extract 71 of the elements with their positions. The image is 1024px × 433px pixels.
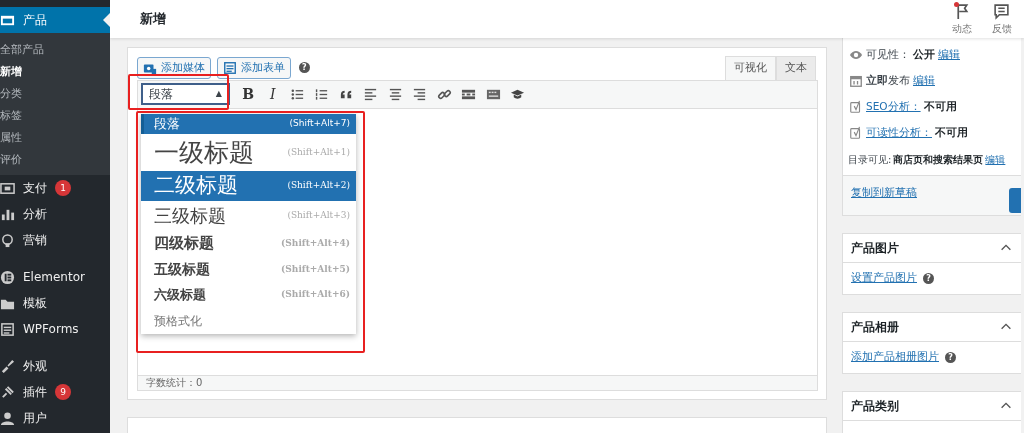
sidebar-item[interactable]: 支付 1 bbox=[0, 175, 110, 201]
numbered-list-icon[interactable] bbox=[314, 86, 330, 102]
submenu-item[interactable]: 全部产品 bbox=[0, 39, 110, 61]
field-label: 目录可见: bbox=[848, 152, 892, 167]
menu-item[interactable]: 六级标题 (Shift+Alt+6) bbox=[141, 282, 356, 308]
sidebar-item[interactable]: 产品 bbox=[0, 7, 110, 33]
yoast-icon bbox=[849, 100, 863, 114]
sidebar-item[interactable]: 模板 bbox=[0, 290, 110, 316]
analysis-link[interactable]: SEO分析： bbox=[866, 99, 921, 115]
menu-item[interactable]: 一级标题 (Shift+Alt+1) bbox=[141, 134, 356, 171]
eye-icon bbox=[849, 48, 863, 62]
toolbar-label[interactable]: 反馈 bbox=[991, 20, 1012, 36]
help-icon[interactable]: ? bbox=[923, 273, 934, 284]
panel-title: 产品图片 bbox=[851, 240, 899, 257]
help-icon[interactable]: ? bbox=[945, 352, 956, 363]
panel-title: 产品类别 bbox=[851, 398, 899, 415]
sidebar-item[interactable]: WPForms bbox=[0, 316, 110, 342]
calendar-icon bbox=[849, 74, 863, 88]
field-value: 公开 bbox=[913, 47, 935, 63]
submenu-item[interactable]: 标签 bbox=[0, 105, 110, 127]
menu-item[interactable]: 段落 (Shift+Alt+7) bbox=[141, 114, 356, 134]
help-icon[interactable]: ? bbox=[298, 62, 310, 74]
align-right-icon[interactable] bbox=[412, 86, 428, 102]
field-label: 立即发布 bbox=[866, 73, 910, 89]
form-icon bbox=[222, 60, 237, 75]
menu-item[interactable]: 二级标题 (Shift+Alt+2) bbox=[141, 171, 356, 201]
media-button[interactable]: 添加媒体 bbox=[137, 56, 211, 79]
sidebar-item[interactable]: 分析 bbox=[0, 201, 110, 227]
feedback-icon bbox=[993, 2, 1010, 20]
media-button[interactable]: 添加表单 bbox=[216, 56, 291, 79]
payment-icon bbox=[0, 180, 15, 196]
align-left-icon[interactable] bbox=[363, 86, 379, 102]
submenu-item[interactable]: 新增 bbox=[0, 61, 110, 83]
format-dropdown[interactable]: 段落 ▲ bbox=[141, 83, 230, 105]
edit-link[interactable]: 编辑 bbox=[985, 151, 1006, 167]
editor-tab[interactable]: 可视化 bbox=[725, 56, 776, 80]
notification-badge: 9 bbox=[55, 384, 71, 400]
field-value: 不可用 bbox=[923, 99, 957, 115]
form-icon bbox=[0, 321, 15, 337]
edit-link[interactable]: 编辑 bbox=[913, 73, 935, 89]
bold-button[interactable]: B bbox=[236, 83, 261, 105]
align-center-icon[interactable] bbox=[387, 86, 403, 102]
sidebar-item[interactable]: 用户 bbox=[0, 405, 110, 431]
menu-item[interactable]: 三级标题 (Shift+Alt+3) bbox=[141, 201, 356, 230]
submenu-item[interactable]: 评价 bbox=[0, 149, 110, 171]
field-label: 可见性： bbox=[866, 47, 910, 63]
menu-item[interactable]: 五级标题 (Shift+Alt+5) bbox=[141, 257, 356, 282]
submenu-item[interactable]: 属性 bbox=[0, 127, 110, 149]
yoast-icon bbox=[849, 126, 863, 140]
field-value: 商店页和搜索结果页 bbox=[893, 152, 984, 167]
sidebar-item[interactable]: 外观 bbox=[0, 353, 110, 379]
submenu-item[interactable]: 分类 bbox=[0, 83, 110, 105]
field-value: 不可用 bbox=[935, 125, 968, 141]
panel-title: 产品相册 bbox=[851, 319, 899, 336]
italic-button[interactable]: I bbox=[260, 83, 285, 105]
notification-badge: 1 bbox=[55, 180, 71, 196]
editor-tab[interactable]: 文本 bbox=[776, 56, 816, 80]
sidebar-item[interactable]: Elementor bbox=[0, 264, 110, 290]
panel-link[interactable]: 添加产品相册图片 bbox=[851, 349, 939, 366]
sidebar-item[interactable]: 营销 bbox=[0, 227, 110, 253]
sidebar-item[interactable]: 插件 9 bbox=[0, 379, 110, 405]
menu-item[interactable]: 预格式化 bbox=[141, 308, 356, 334]
analysis-link[interactable]: 可读性分析： bbox=[866, 125, 932, 141]
copy-draft-link[interactable]: 复制到新草稿 bbox=[851, 186, 917, 199]
menu-item[interactable]: 四级标题 (Shift+Alt+4) bbox=[141, 230, 356, 257]
edit-link[interactable]: 编辑 bbox=[938, 47, 960, 63]
panel-link[interactable]: 设置产品图片 bbox=[851, 270, 917, 287]
toolbar-label[interactable]: 动态 bbox=[952, 20, 972, 36]
word-count: 字数统计：0 bbox=[138, 374, 817, 390]
page-title: 新增 bbox=[140, 10, 166, 29]
user-icon bbox=[0, 410, 15, 426]
